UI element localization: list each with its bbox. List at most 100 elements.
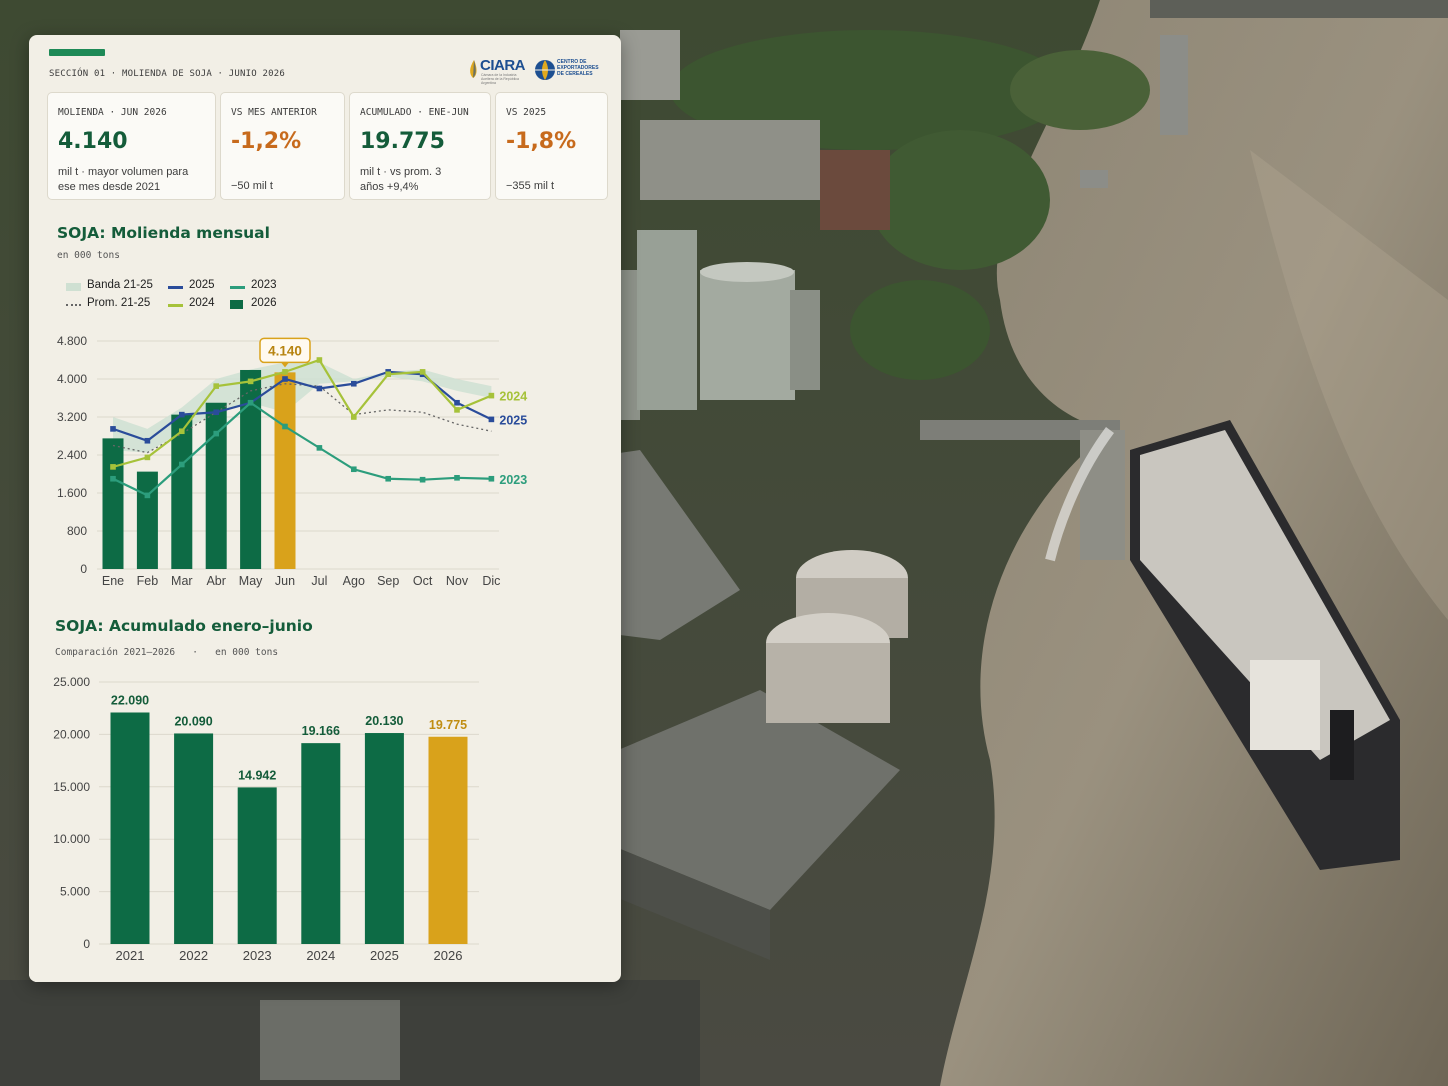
kpi-card-vs-mes-anterior: VS MES ANTERIOR -1,2% −50 mil t [220,92,345,200]
cumulative-bar [364,733,404,944]
series-point-2024 [419,369,426,375]
y-tick-label: 800 [67,524,87,538]
x-tick-label: May [239,574,263,588]
series-point-2025 [454,399,460,406]
series-point-2024 [316,357,323,363]
kpi-note: −355 mil t [506,180,554,192]
series-point-2025 [282,376,288,382]
x-tick-label: Nov [446,574,469,588]
x-tick-label: 2021 [116,948,145,963]
legend-label: 2024 [189,297,215,309]
cumulative-chart-title: SOJA: Acumulado enero–junio [55,617,313,635]
y-tick-label: 1.600 [57,486,87,500]
x-tick-label: Oct [413,574,433,588]
series-point-2023 [282,423,288,430]
legend-swatch-2024 [168,304,183,307]
legend-label: 2025 [189,279,215,291]
monthly-chart: 0 800 1.600 2.400 3.200 4.000 4.800 2024 2025 202… [57,334,527,588]
legend-label: 2026 [251,297,277,309]
y-tick-label: 10.000 [53,832,90,846]
cec-logo-text: CENTRO DE EXPORTADORES DE CEREALES [557,59,599,77]
y-tick-label: 2.400 [57,448,87,462]
x-tick-label: Sep [377,574,399,588]
kpi-label: VS 2025 [506,107,547,118]
panel-notch [499,200,621,220]
y-tick-label: 3.200 [57,410,87,424]
x-tick-label: Abr [206,574,225,588]
kpi-value: 19.775 [360,129,445,154]
legend-item-2026: 2026 [230,297,277,309]
y-tick-label: 4.800 [57,334,87,348]
series-end-label-2024: 2024 [499,390,527,404]
series-point-2023 [488,475,495,482]
series-point-2025 [144,437,151,444]
x-tick-label: Mar [171,574,193,588]
series-point-2024 [454,407,460,413]
legend-item-band: Banda 21-25 [66,279,153,291]
x-tick-label: 2023 [243,948,272,963]
x-tick-label: Feb [137,574,159,588]
legend-item-2025: 2025 [168,279,215,291]
accent-bar [49,49,105,56]
monthly-chart-subtitle: en 000 tons [57,250,120,261]
series-point-2025 [179,411,185,418]
kpi-card-acumulado: ACUMULADO · ENE-JUN 19.775 mil t · vs pr… [349,92,491,200]
x-tick-label: Jul [311,574,327,588]
legend-label: Prom. 21-25 [87,297,151,309]
x-tick-label: 2026 [434,948,463,963]
y-tick-label: 25.000 [53,675,90,689]
cumulative-bar [110,712,150,944]
bar-2026 [136,471,158,569]
series-point-2023 [213,430,219,437]
series-end-label-2025: 2025 [499,413,527,427]
series-point-2024 [488,392,495,399]
x-tick-label: 2024 [306,948,335,963]
y-tick-label: 0 [80,562,87,576]
series-point-2023 [351,466,357,473]
monthly-chart-title: SOJA: Molienda mensual [57,224,270,242]
legend-label: Banda 21-25 [87,279,153,291]
kpi-card-vs-2025: VS 2025 -1,8% −355 mil t [495,92,608,200]
series-point-2025 [488,416,495,423]
legend-swatch-prom [66,304,81,306]
kpi-card-molienda: MOLIENDA · JUN 2026 4.140 mil t · mayor … [47,92,216,200]
bar-value-label: 20.130 [365,714,403,728]
cumulative-chart-subtitle: Comparación 2021–2026 · en 000 tons [55,647,279,658]
series-point-2023 [385,475,391,482]
kpi-value: 4.140 [58,129,128,154]
y-tick-label: 4.000 [57,372,87,386]
x-tick-label: Jun [275,574,295,588]
series-point-2024 [213,383,219,389]
y-tick-label: 20.000 [53,727,90,741]
kpi-label: MOLIENDA · JUN 2026 [58,107,167,118]
cumulative-bar [428,736,468,944]
cumulative-bar [301,743,341,944]
bar-value-label: 19.775 [429,718,467,732]
series-point-2023 [110,475,116,482]
series-point-2025 [351,380,357,387]
section-label: SECCIÓN 01 · MOLIENDA DE SOJA · JUNIO 20… [49,69,285,79]
bar-value-label: 19.166 [302,724,340,738]
series-point-2025 [110,426,116,432]
legend-item-2024: 2024 [168,297,215,309]
ciara-logo-text: CIARA [480,57,526,74]
x-tick-label: 2022 [179,948,208,963]
series-point-2024 [179,428,185,435]
cumulative-chart: 0 5.000 10.000 15.000 20.000 25.000 22.090 2021… [53,675,479,963]
series-point-2023 [316,445,323,451]
series-point-2025 [213,409,219,416]
legend-swatch-2026 [230,300,243,309]
series-point-2024 [144,454,151,461]
bar-value-label: 14.942 [238,768,276,782]
monthly-chart-legend: Banda 21-25 2025 2023 Prom. 21-25 2024 2… [66,279,326,315]
series-point-2024 [351,414,357,420]
x-tick-label: Dic [482,574,500,588]
cumulative-bar [237,787,277,944]
series-point-2023 [454,475,460,481]
kpi-note: mil t · vs prom. 3 años +9,4% [360,166,442,193]
kpi-label: VS MES ANTERIOR [231,107,317,118]
legend-swatch-2025 [168,286,183,289]
kpi-value: -1,2% [231,129,302,154]
series-point-2024 [110,464,116,470]
series-point-2024 [385,371,391,378]
